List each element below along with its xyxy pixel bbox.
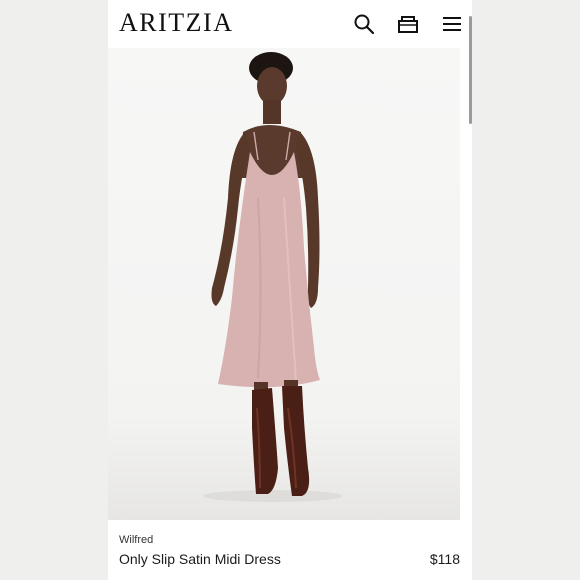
shopping-bag-icon[interactable] [396, 12, 420, 36]
site-header: ARITZIA [108, 0, 472, 48]
product-brand[interactable]: Wilfred [119, 534, 153, 546]
product-page: ARITZIA Wilfred Only Slip Satin Midi Dre… [108, 0, 472, 580]
menu-icon[interactable] [440, 12, 464, 36]
product-price: $118 [429, 551, 460, 567]
product-name[interactable]: Only Slip Satin Midi Dress [119, 551, 281, 567]
scrollbar[interactable] [469, 16, 472, 124]
product-image[interactable] [108, 48, 460, 520]
search-icon[interactable] [352, 12, 376, 36]
product-info: Wilfred Only Slip Satin Midi Dress $118 [108, 520, 472, 580]
brand-logo[interactable]: ARITZIA [119, 8, 233, 38]
